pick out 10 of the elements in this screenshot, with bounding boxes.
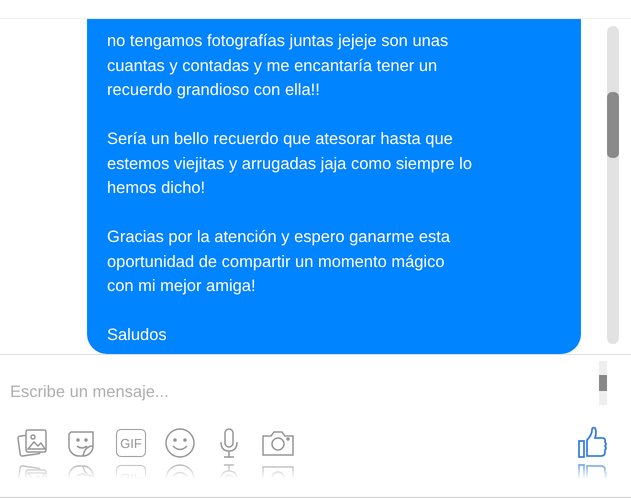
scrollbar[interactable] <box>607 26 619 344</box>
message-text: Gracias por la atención y espero ganarme esta oportunidad de compartir un momento mágico con mi mejor amiga! <box>107 227 452 297</box>
message-text: Sería un bello recuerdo que atesorar hasta que estemos viejitas y arrugadas jaja como siempre lo hemos dicho! <box>107 129 473 199</box>
message-input[interactable]: Escribe un mensaje... <box>10 383 599 402</box>
message-text: no tengamos fotografías juntas jejeje son unas cuantas y contadas y me encantaría tener un recuerdo grandioso con ella!! <box>107 31 450 101</box>
emoji-icon[interactable] <box>163 426 197 460</box>
message-text: Saludos <box>107 325 168 346</box>
thumbs-up-icon[interactable] <box>577 426 609 460</box>
scrollbar[interactable] <box>599 361 607 405</box>
gif-button[interactable]: GIF <box>116 429 146 457</box>
